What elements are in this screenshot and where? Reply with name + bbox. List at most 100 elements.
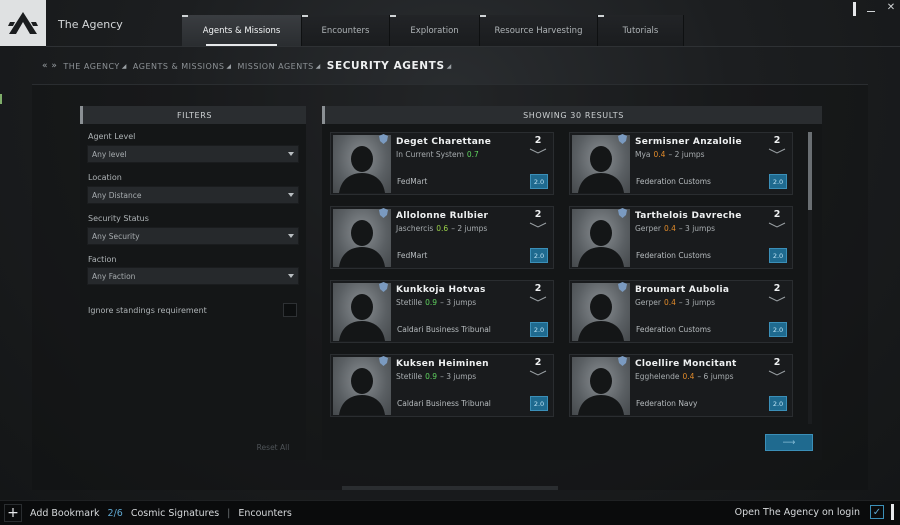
security-status-select[interactable]: Any Security [87, 227, 299, 245]
agent-system[interactable]: Egghelende [635, 372, 679, 381]
caret-icon: ◢ [315, 62, 321, 70]
breadcrumb-label: AGENTS & MISSIONS [132, 61, 225, 71]
standing-badge: 2.0 [530, 322, 548, 337]
agent-corporation[interactable]: Caldari Business Tribunal [397, 325, 491, 334]
agent-level-select[interactable]: Any level [87, 145, 299, 163]
agent-system[interactable]: Stetille [396, 372, 422, 381]
breadcrumb-item[interactable]: AGENTS & MISSIONS ◢ [133, 62, 232, 71]
agent-level: 2 [773, 209, 781, 220]
app-title: The Agency [58, 18, 123, 31]
agent-corporation[interactable]: FedMart [397, 177, 427, 186]
open-on-login-checkbox[interactable]: ✓ [870, 505, 884, 519]
shield-icon [379, 282, 388, 292]
chevron-down-icon [768, 148, 786, 154]
agent-card[interactable]: Tarthelois Davreche Gerper 0.4– 3 jumps Fed… [569, 206, 793, 269]
chevron-down-icon [768, 222, 786, 228]
results-scrollbar[interactable] [808, 132, 812, 424]
agent-jumps: 3 jumps [446, 372, 477, 381]
agent-system[interactable]: Mya [635, 150, 651, 159]
header: The Agency Agents & Missions Encounters … [0, 0, 900, 47]
agent-system[interactable]: Gerper [635, 224, 661, 233]
agent-name[interactable]: Deget Charettane [396, 137, 491, 147]
scrollbar-thumb[interactable] [808, 132, 812, 210]
bottom-bar-indicator [891, 504, 894, 520]
agent-card[interactable]: Deget Charettane In Current System 0.7 FedM… [330, 132, 554, 195]
tab-bar: Agents & Missions Encounters Exploration… [182, 15, 684, 46]
next-page-button[interactable]: ⟶ [765, 434, 813, 451]
agent-level: 2 [534, 357, 542, 368]
close-icon[interactable]: ✕ [886, 2, 896, 14]
standing-badge: 2.0 [769, 248, 787, 263]
agent-location: Stetille 0.9– 3 jumps [396, 372, 476, 381]
plus-icon[interactable]: + [4, 504, 22, 522]
encounters-link[interactable]: Encounters [238, 508, 292, 519]
agent-name[interactable]: Cloellire Moncitant [635, 359, 737, 369]
security-status: 0.9 [425, 372, 438, 381]
filters-panel: FILTERS Agent Level Any level Location A… [80, 106, 306, 460]
bottom-bar: + Add Bookmark 2/6 Cosmic Signatures | E… [0, 500, 900, 525]
faction-select[interactable]: Any Faction [87, 267, 299, 285]
agent-system[interactable]: Gerper [635, 298, 661, 307]
agent-corporation[interactable]: Federation Customs [636, 177, 711, 186]
location-label: Location [88, 173, 122, 182]
caret-icon: ◢ [121, 62, 127, 70]
caret-icon: ◢ [226, 62, 232, 70]
agent-name[interactable]: Tarthelois Davreche [635, 211, 742, 221]
breadcrumb-label: THE AGENCY [63, 61, 120, 71]
agent-card[interactable]: Kuksen Heiminen Stetille 0.9– 3 jumps Calda… [330, 354, 554, 417]
tab-agents-missions[interactable]: Agents & Missions [182, 15, 302, 46]
location-select[interactable]: Any Distance [87, 186, 299, 204]
select-value: Any Security [92, 231, 140, 241]
agent-system[interactable]: Jaschercis [396, 224, 433, 233]
filters-title: FILTERS [176, 110, 213, 120]
agent-name[interactable]: Sermisner Anzalolie [635, 137, 742, 147]
agent-name[interactable]: Broumart Aubolia [635, 285, 729, 295]
tab-resource-harvesting[interactable]: Resource Harvesting [480, 15, 598, 46]
agent-card[interactable]: Sermisner Anzalolie Mya 0.4– 2 jumps Federa… [569, 132, 793, 195]
shield-icon [379, 356, 388, 366]
ignore-standings-label: Ignore standings requirement [88, 306, 207, 315]
separator: | [227, 507, 231, 519]
agent-system[interactable]: In Current System [396, 150, 464, 159]
agent-corporation[interactable]: FedMart [397, 251, 427, 260]
agent-location: Gerper 0.4– 3 jumps [635, 224, 715, 233]
breadcrumb-current[interactable]: SECURITY AGENTS ◢ [327, 60, 452, 72]
edge-indicator [0, 94, 2, 104]
minimize-icon[interactable] [866, 2, 876, 14]
chevron-down-icon [768, 296, 786, 302]
agent-card[interactable]: Broumart Aubolia Gerper 0.4– 3 jumps Federa… [569, 280, 793, 343]
agent-corporation[interactable]: Caldari Business Tribunal [397, 399, 491, 408]
security-status: 0.4 [663, 224, 676, 233]
reset-all-button[interactable]: Reset All [247, 440, 299, 454]
tab-tutorials[interactable]: Tutorials [598, 15, 684, 46]
agent-name[interactable]: Kuksen Heiminen [396, 359, 489, 369]
breadcrumb-current-label: SECURITY AGENTS [326, 60, 445, 72]
breadcrumb-nav-arrows[interactable]: « » [42, 61, 57, 71]
standing-badge: 2.0 [769, 174, 787, 189]
chevron-down-icon [288, 193, 294, 197]
agent-name[interactable]: Kunkkoja Hotvas [396, 285, 486, 295]
results-count-title: SHOWING 30 RESULTS [523, 110, 624, 120]
agent-system[interactable]: Stetille [396, 298, 422, 307]
tab-label: Encounters [321, 25, 370, 36]
agent-corporation[interactable]: Federation Navy [636, 399, 697, 408]
agent-name[interactable]: Allolonne Rulbier [396, 211, 488, 221]
breadcrumb-item[interactable]: THE AGENCY ◢ [63, 62, 127, 71]
cosmic-signatures-link[interactable]: Cosmic Signatures [131, 508, 219, 519]
agent-corporation[interactable]: Federation Customs [636, 325, 711, 334]
chevron-down-icon [288, 152, 294, 156]
chevron-down-icon [529, 222, 547, 228]
agent-card[interactable]: Cloellire Moncitant Egghelende 0.4– 6 jump… [569, 354, 793, 417]
standing-badge: 2.0 [769, 322, 787, 337]
agent-card[interactable]: Allolonne Rulbier Jaschercis 0.6– 2 jumps F… [330, 206, 554, 269]
standing-badge: 2.0 [769, 396, 787, 411]
breadcrumb-item[interactable]: MISSION AGENTS ◢ [238, 62, 321, 71]
ignore-standings-checkbox[interactable] [283, 303, 297, 317]
agent-level: 2 [534, 135, 542, 146]
tab-encounters[interactable]: Encounters [302, 15, 390, 46]
tab-exploration[interactable]: Exploration [390, 15, 480, 46]
add-bookmark-button[interactable]: Add Bookmark [30, 508, 100, 519]
agent-corporation[interactable]: Federation Customs [636, 251, 711, 260]
window-pin-indicator [853, 2, 856, 16]
agent-card[interactable]: Kunkkoja Hotvas Stetille 0.9– 3 jumps Calda… [330, 280, 554, 343]
